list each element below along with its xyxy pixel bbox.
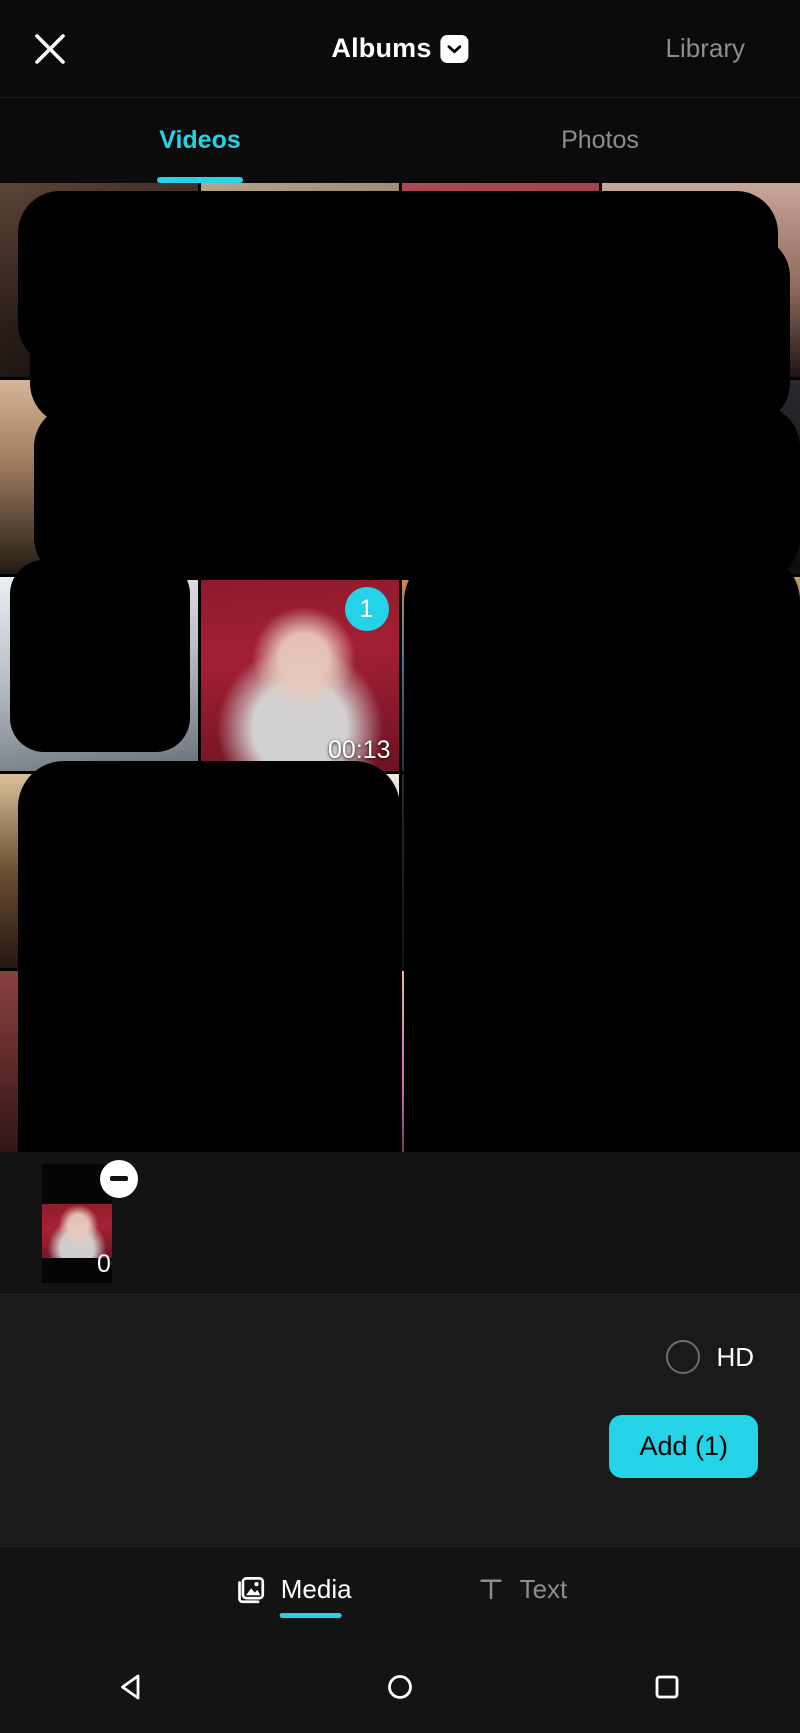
android-navigation-bar <box>0 1641 800 1733</box>
top-bar: Albums Library <box>0 0 800 98</box>
redaction-overlay <box>30 235 790 425</box>
back-triangle-icon <box>121 1674 140 1700</box>
bottom-toolbar: Media Text <box>0 1546 800 1641</box>
redaction-overlay <box>10 560 190 752</box>
chevron-down-icon[interactable] <box>440 34 469 63</box>
media-cell-selected[interactable]: 1 00:13 <box>200 577 399 771</box>
redaction-overlay <box>404 553 800 1152</box>
albums-dropdown[interactable]: Albums <box>331 33 469 64</box>
tab-videos[interactable]: Videos <box>0 98 400 183</box>
toolbar-active-underline <box>279 1613 342 1618</box>
redaction-overlay <box>18 761 400 1152</box>
selection-count-badge[interactable]: 1 <box>344 587 389 631</box>
add-button[interactable]: Add (1) <box>609 1415 758 1478</box>
selected-clip-item[interactable]: 00:13 <box>13 1159 140 1283</box>
selected-clips-strip: 00:13 <box>0 1152 800 1295</box>
image-icon <box>237 1577 264 1604</box>
page-title: Albums <box>331 33 432 63</box>
toolbar-item-media[interactable]: Media <box>229 1566 356 1622</box>
nav-back-button[interactable] <box>88 1652 178 1722</box>
options-panel: HD Add (1) <box>0 1295 800 1546</box>
hd-label: HD <box>716 1341 754 1372</box>
text-t-icon <box>479 1579 502 1600</box>
home-circle-icon <box>388 1675 412 1699</box>
library-link[interactable]: Library <box>666 33 745 64</box>
toolbar-item-text-label: Text <box>519 1573 568 1604</box>
radio-unchecked-icon[interactable] <box>666 1340 701 1374</box>
media-picker-screen: Albums Library Videos Photos 1 00:13 0 H… <box>0 0 800 1733</box>
selected-clip-duration: 00:13 <box>96 1249 112 1278</box>
media-type-tabs: Videos Photos <box>0 98 800 183</box>
toolbar-item-text[interactable]: Text <box>472 1566 572 1622</box>
close-icon <box>35 33 65 64</box>
media-grid[interactable]: 1 00:13 <box>0 183 800 1152</box>
tab-photos[interactable]: Photos <box>400 98 800 183</box>
minus-circle-icon[interactable] <box>100 1159 138 1198</box>
recents-square-icon <box>655 1675 679 1699</box>
nav-recents-button[interactable] <box>622 1652 712 1722</box>
close-button[interactable] <box>22 21 78 77</box>
tab-videos-label: Videos <box>159 126 241 154</box>
hd-toggle[interactable]: HD <box>666 1340 754 1374</box>
nav-home-button[interactable] <box>355 1652 445 1722</box>
tab-photos-label: Photos <box>561 126 639 154</box>
toolbar-item-media-label: Media <box>280 1573 352 1604</box>
